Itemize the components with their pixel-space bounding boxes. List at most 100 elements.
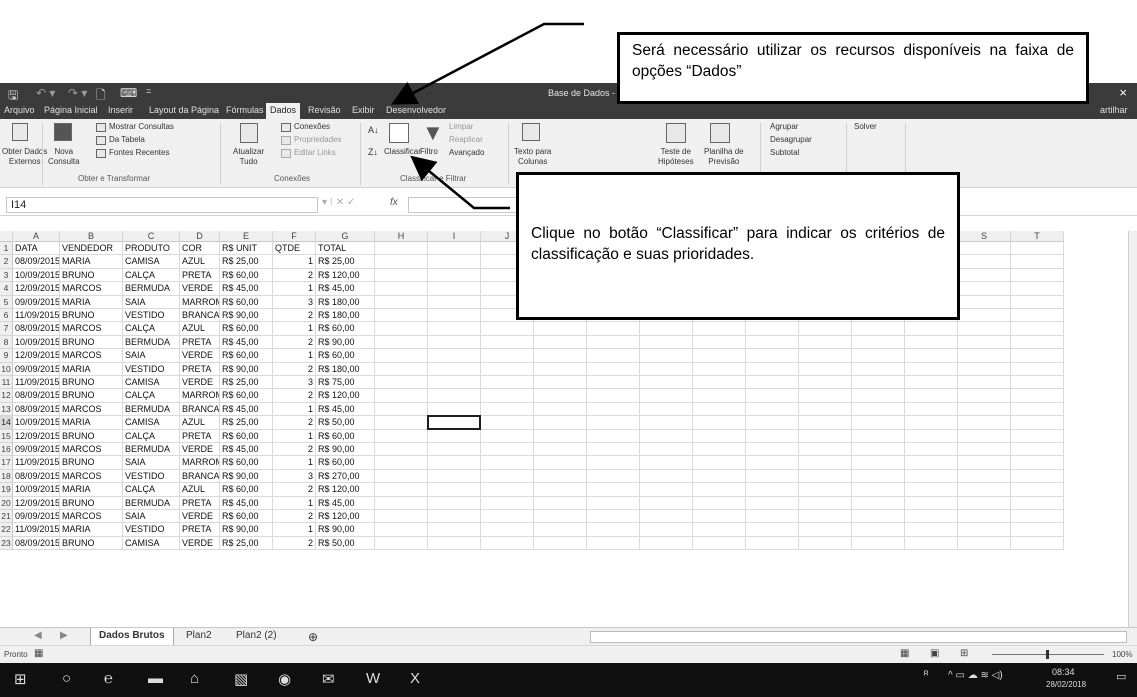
table-cell[interactable]: PRETA — [180, 496, 220, 510]
table-cell[interactable]: R$ 90,00 — [220, 469, 273, 484]
table-cell[interactable] — [958, 268, 1011, 283]
table-cell[interactable]: R$ 60,00 — [220, 322, 273, 336]
table-cell[interactable] — [958, 309, 1011, 323]
table-cell[interactable] — [428, 536, 481, 551]
table-cell[interactable] — [958, 402, 1011, 417]
table-cell[interactable] — [481, 362, 534, 376]
da-tabela-button[interactable]: Da Tabela — [109, 135, 145, 145]
row-header[interactable]: 16 — [0, 443, 13, 457]
table-cell[interactable]: R$ 25,00 — [316, 255, 375, 269]
table-cell[interactable]: BRANCA — [180, 469, 220, 484]
table-cell[interactable] — [481, 389, 534, 403]
mail-icon[interactable]: ✉ — [322, 670, 335, 688]
table-cell[interactable] — [640, 469, 693, 484]
active-cell-i14[interactable] — [427, 415, 481, 430]
table-cell[interactable]: BERMUDA — [123, 282, 180, 296]
mostrar-consultas-button[interactable]: Mostrar Consultas — [109, 122, 174, 132]
table-cell[interactable] — [905, 376, 958, 390]
table-cell[interactable]: R$ 45,00 — [316, 496, 375, 510]
table-cell[interactable] — [693, 335, 746, 350]
table-cell[interactable] — [481, 483, 534, 497]
table-cell[interactable] — [587, 322, 640, 336]
table-cell[interactable] — [799, 322, 852, 336]
table-cell[interactable]: 10/09/2015 — [13, 268, 60, 283]
table-cell[interactable] — [852, 349, 905, 363]
table-cell[interactable]: CALÇA — [123, 268, 180, 283]
table-cell[interactable]: R$ 90,00 — [316, 523, 375, 537]
table-cell[interactable]: CAMISA — [123, 416, 180, 430]
table-cell[interactable]: CALÇA — [123, 389, 180, 403]
table-cell[interactable] — [375, 389, 428, 403]
table-cell[interactable] — [481, 523, 534, 537]
table-cell[interactable] — [428, 295, 481, 309]
nova-consulta-button[interactable]: Nova Consulta — [48, 147, 80, 167]
table-cell[interactable] — [693, 416, 746, 430]
row-header[interactable]: 18 — [0, 469, 13, 484]
table-cell[interactable] — [534, 429, 587, 443]
table-cell[interactable]: 08/09/2015 — [13, 536, 60, 551]
table-cell[interactable] — [1011, 469, 1064, 484]
table-cell[interactable] — [905, 389, 958, 403]
table-cell[interactable] — [640, 429, 693, 443]
table-cell[interactable]: MARIA — [60, 523, 123, 537]
table-cell[interactable]: 1 — [273, 282, 316, 296]
normal-view-icon[interactable]: ▦ — [900, 648, 909, 659]
table-cell[interactable] — [640, 335, 693, 350]
table-cell[interactable]: COR — [180, 242, 220, 256]
close-button[interactable]: × — [1119, 85, 1127, 100]
table-cell[interactable]: R$ 60,00 — [220, 456, 273, 470]
row-header[interactable]: 7 — [0, 322, 13, 336]
table-cell[interactable] — [428, 376, 481, 390]
table-cell[interactable] — [481, 456, 534, 470]
user-icon[interactable]: ᴿ — [924, 670, 929, 681]
name-box-dropdown-icon[interactable]: ▾ ⁝ ✕ ✓ — [322, 197, 355, 208]
table-cell[interactable] — [799, 510, 852, 524]
table-cell[interactable] — [428, 429, 481, 443]
table-cell[interactable]: PRETA — [180, 362, 220, 376]
table-cell[interactable] — [958, 496, 1011, 510]
row-header[interactable]: 14 — [0, 416, 13, 430]
table-cell[interactable]: R$ 120,00 — [316, 268, 375, 283]
row-header[interactable]: 10 — [0, 362, 13, 376]
table-cell[interactable]: 11/09/2015 — [13, 523, 60, 537]
table-cell[interactable] — [428, 456, 481, 470]
table-cell[interactable] — [958, 456, 1011, 470]
table-cell[interactable] — [640, 483, 693, 497]
table-cell[interactable] — [587, 389, 640, 403]
table-cell[interactable] — [481, 322, 534, 336]
add-sheet-icon[interactable]: ⊕ — [308, 630, 318, 644]
table-cell[interactable]: VENDEDOR — [60, 242, 123, 256]
table-cell[interactable]: R$ 45,00 — [220, 335, 273, 350]
column-header-s[interactable]: S — [958, 231, 1011, 242]
tab-pagina-inicial[interactable]: Página Inicial — [44, 105, 98, 115]
table-cell[interactable]: BRUNO — [60, 456, 123, 470]
table-cell[interactable] — [375, 469, 428, 484]
table-cell[interactable]: R$ 45,00 — [316, 282, 375, 296]
desagrupar-button[interactable]: Desagrupar — [770, 135, 812, 145]
table-cell[interactable] — [375, 456, 428, 470]
table-cell[interactable] — [799, 349, 852, 363]
table-cell[interactable] — [958, 510, 1011, 524]
tab-inserir[interactable]: Inserir — [108, 105, 133, 115]
tab-compartilhar[interactable]: artilhar — [1100, 105, 1128, 115]
table-cell[interactable] — [1011, 389, 1064, 403]
table-cell[interactable] — [375, 429, 428, 443]
table-cell[interactable] — [958, 389, 1011, 403]
conexoes-button[interactable]: Conexões — [294, 122, 330, 132]
table-cell[interactable] — [428, 362, 481, 376]
table-cell[interactable]: R$ 45,00 — [220, 496, 273, 510]
table-cell[interactable] — [375, 268, 428, 283]
table-cell[interactable]: SAIA — [123, 295, 180, 309]
table-cell[interactable] — [1011, 255, 1064, 269]
table-cell[interactable] — [958, 483, 1011, 497]
table-cell[interactable] — [640, 416, 693, 430]
column-header-f[interactable]: F — [273, 231, 316, 242]
table-cell[interactable] — [746, 496, 799, 510]
table-cell[interactable]: 2 — [273, 483, 316, 497]
table-cell[interactable] — [428, 510, 481, 524]
table-cell[interactable] — [799, 496, 852, 510]
zoom-level[interactable]: 100% — [1112, 650, 1132, 659]
table-cell[interactable] — [958, 536, 1011, 551]
table-cell[interactable] — [852, 523, 905, 537]
table-cell[interactable] — [905, 456, 958, 470]
